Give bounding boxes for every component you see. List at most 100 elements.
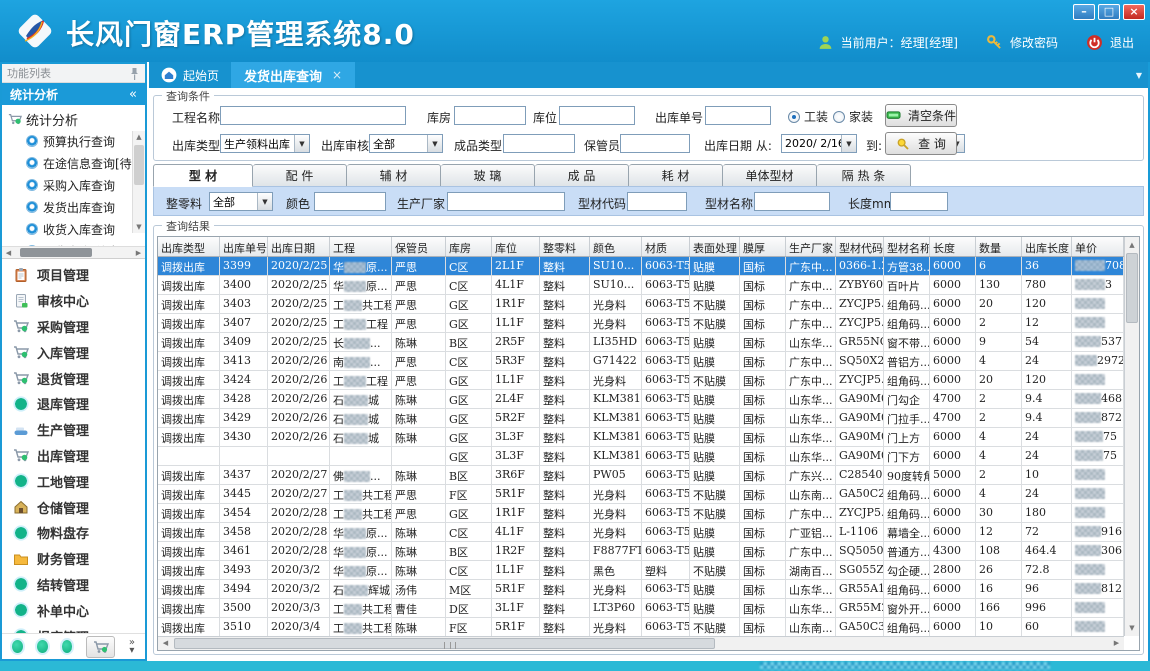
material-tab-1[interactable]: 型 材 (153, 164, 253, 187)
scroll-left-icon[interactable]: ◀ (159, 637, 172, 650)
sidebar-item-退库管理[interactable]: 退库管理 (2, 391, 145, 417)
column-header-工程[interactable]: 工程 (330, 237, 392, 256)
order-no-input[interactable] (705, 106, 771, 125)
table-row[interactable]: 调拨出库34002020/2/25华原...严思C区4L1F整料SU10...6… (158, 276, 1124, 295)
column-header-型材代码[interactable]: 型材代码 (836, 237, 884, 256)
project-name-input[interactable] (220, 106, 406, 125)
minimize-button[interactable]: – (1073, 4, 1095, 20)
table-row[interactable]: 调拨出库35002020/3/3工共工程曹佳D区3L1F整料LT3P606063… (158, 599, 1124, 618)
profile-name-input[interactable] (754, 192, 830, 211)
material-tab-7[interactable]: 单体型材 (723, 164, 817, 187)
scroll-down-icon[interactable]: ▼ (1125, 622, 1139, 634)
tab-close-icon[interactable]: × (332, 68, 342, 82)
material-tab-6[interactable]: 耗 材 (629, 164, 723, 187)
sidebar-item-采购管理[interactable]: 采购管理 (2, 314, 145, 340)
menu-overflow-button[interactable]: »▾ (129, 639, 135, 655)
table-row[interactable]: 调拨出库34582020/2/28华原...陈琳C区4L1F整料光身料6063-… (158, 523, 1124, 542)
column-header-单价[interactable]: 单价 (1072, 237, 1124, 256)
column-header-出库日期[interactable]: 出库日期 (268, 237, 330, 256)
scroll-down-icon[interactable]: ▼ (133, 221, 145, 233)
table-row[interactable]: 调拨出库34942020/3/2石辉城汤伟M区5R1F整料光身料6063-T5贴… (158, 580, 1124, 599)
cart-module-button[interactable] (86, 636, 115, 658)
material-tab-2[interactable]: 配 件 (253, 164, 347, 187)
sidebar-item-物料盘存[interactable]: 物料盘存 (2, 520, 145, 546)
audit-select[interactable]: 全部▼ (369, 134, 443, 153)
tree-root[interactable]: 统计分析 (8, 108, 131, 130)
column-header-材质[interactable]: 材质 (642, 237, 690, 256)
keeper-input[interactable] (620, 134, 690, 153)
sidebar-item-退货管理[interactable]: 退货管理 (2, 365, 145, 391)
table-row[interactable]: 调拨出库34132020/2/26南...严思C区5R3F整料G71422606… (158, 352, 1124, 371)
column-header-颜色[interactable]: 颜色 (590, 237, 642, 256)
table-row[interactable]: 调拨出库34092020/2/25长...陈琳B区2R5F整料LI35HD606… (158, 333, 1124, 352)
table-row[interactable]: G区3L3F整料KLM38176063-T5贴膜国标山东华...GA90M09.… (158, 447, 1124, 466)
search-button[interactable]: 查 询 (885, 132, 957, 155)
table-row[interactable]: 调拨出库34072020/2/25工工程严思G区1L1F整料光身料6063-T5… (158, 314, 1124, 333)
tab-home[interactable]: 起始页 (149, 62, 231, 88)
scroll-up-icon[interactable]: ▲ (1125, 239, 1139, 251)
tree-horizontal-scrollbar[interactable]: ◀ ▶ (2, 246, 145, 259)
out-type-select[interactable]: 生产领料出库▼ (220, 134, 310, 153)
table-row[interactable]: 调拨出库34542020/2/28工共工程严思G区1R1F整料光身料6063-T… (158, 504, 1124, 523)
column-header-长度[interactable]: 长度 (930, 237, 976, 256)
sidebar-item-工地管理[interactable]: 工地管理 (2, 468, 145, 494)
close-button[interactable]: × (1123, 4, 1145, 20)
table-row[interactable]: 调拨出库34372020/2/27佛...陈琳B区3R6F整料PW056063-… (158, 466, 1124, 485)
radio-gongzhuang[interactable]: 工装 (788, 108, 828, 125)
tree-item[interactable]: 预算执行查询 (8, 130, 131, 152)
column-header-表面处理[interactable]: 表面处理 (690, 237, 740, 256)
date-from-select[interactable]: 2020/ 2/16▼ (781, 134, 857, 153)
clear-conditions-button[interactable]: 清空条件 (885, 104, 957, 127)
column-header-出库长度[interactable]: 出库长度 (1022, 237, 1072, 256)
sidebar-item-报废管理[interactable]: 报废管理 (2, 623, 145, 633)
column-header-库房[interactable]: 库房 (446, 237, 492, 256)
scroll-left-icon[interactable]: ◀ (2, 247, 15, 258)
scroll-right-icon[interactable]: ▶ (132, 247, 145, 258)
sidebar-item-结转管理[interactable]: 结转管理 (2, 572, 145, 598)
tab-list-caret-icon[interactable]: ▼ (1136, 71, 1142, 80)
table-row[interactable]: 调拨出库34452020/2/27工共工程严思F区5R1F整料光身料6063-T… (158, 485, 1124, 504)
table-row[interactable]: 调拨出库34292020/2/26石城陈琳G区5R2F整料KLM38176063… (158, 409, 1124, 428)
module-dot-icon[interactable] (62, 640, 73, 653)
column-header-整零料[interactable]: 整零料 (540, 237, 590, 256)
column-header-出库类型[interactable]: 出库类型 (158, 237, 220, 256)
column-header-库位[interactable]: 库位 (492, 237, 540, 256)
profile-code-input[interactable] (627, 192, 687, 211)
column-header-保管员[interactable]: 保管员 (392, 237, 446, 256)
table-row[interactable]: 调拨出库34612020/2/28华原...陈琳B区1R2F整料F8877FT6… (158, 542, 1124, 561)
tree-item[interactable]: 收货入库查询 (8, 218, 131, 240)
warehouse-input[interactable] (454, 106, 526, 125)
factory-input[interactable] (447, 192, 565, 211)
sidebar-item-出库管理[interactable]: 出库管理 (2, 443, 145, 469)
material-tab-3[interactable]: 辅 材 (347, 164, 441, 187)
table-row[interactable]: 调拨出库34032020/2/25工共工程严思G区1R1F整料光身料6063-T… (158, 295, 1124, 314)
sidebar-item-财务管理[interactable]: 财务管理 (2, 546, 145, 572)
sidebar-item-仓储管理[interactable]: 仓储管理 (2, 494, 145, 520)
table-row[interactable]: 调拨出库34242020/2/26工工程严思G区1L1F整料光身料6063-T5… (158, 371, 1124, 390)
sidebar-item-补单中心[interactable]: 补单中心 (2, 597, 145, 623)
column-header-生产厂家[interactable]: 生产厂家 (786, 237, 836, 256)
radio-jiazhuang[interactable]: 家装 (833, 108, 873, 125)
zhengling-select[interactable]: 全部▼ (209, 192, 273, 211)
sidebar-item-项目管理[interactable]: 项目管理 (2, 262, 145, 288)
collapse-panel-button[interactable]: « (129, 87, 137, 102)
tree-item[interactable]: 发货出库查询 (8, 196, 131, 218)
tree-vertical-scrollbar[interactable]: ▲ ▼ (132, 131, 145, 233)
tree-item[interactable]: 在途信息查询[待 (8, 152, 131, 174)
column-header-型材名称[interactable]: 型材名称 (884, 237, 930, 256)
table-row[interactable]: 调拨出库33992020/2/25华原...严思C区2L1F整料SU10...6… (158, 257, 1124, 276)
scroll-right-icon[interactable]: ▶ (1110, 637, 1123, 650)
pin-icon[interactable] (129, 67, 140, 80)
change-password-button[interactable]: 修改密码 (1010, 34, 1058, 51)
table-row[interactable]: 调拨出库34302020/2/26石城陈琳G区3L3F整料KLM38176063… (158, 428, 1124, 447)
grid-vertical-scrollbar[interactable]: ▲ ▼ (1124, 237, 1139, 636)
sidebar-item-审核中心[interactable]: 审核中心 (2, 288, 145, 314)
length-input[interactable] (890, 192, 948, 211)
table-row[interactable]: 调拨出库35102020/3/4工共工程陈琳F区5R1F整料光身料6063-T5… (158, 618, 1124, 636)
tab-outbound-query[interactable]: 发货出库查询 × (231, 62, 355, 88)
module-dot-icon[interactable] (37, 640, 48, 653)
sidebar-item-生产管理[interactable]: 生产管理 (2, 417, 145, 443)
grid-horizontal-scrollbar[interactable]: ◀ ▶ (158, 636, 1124, 650)
module-dot-icon[interactable] (12, 640, 23, 653)
material-tab-8[interactable]: 隔 热 条 (817, 164, 911, 187)
